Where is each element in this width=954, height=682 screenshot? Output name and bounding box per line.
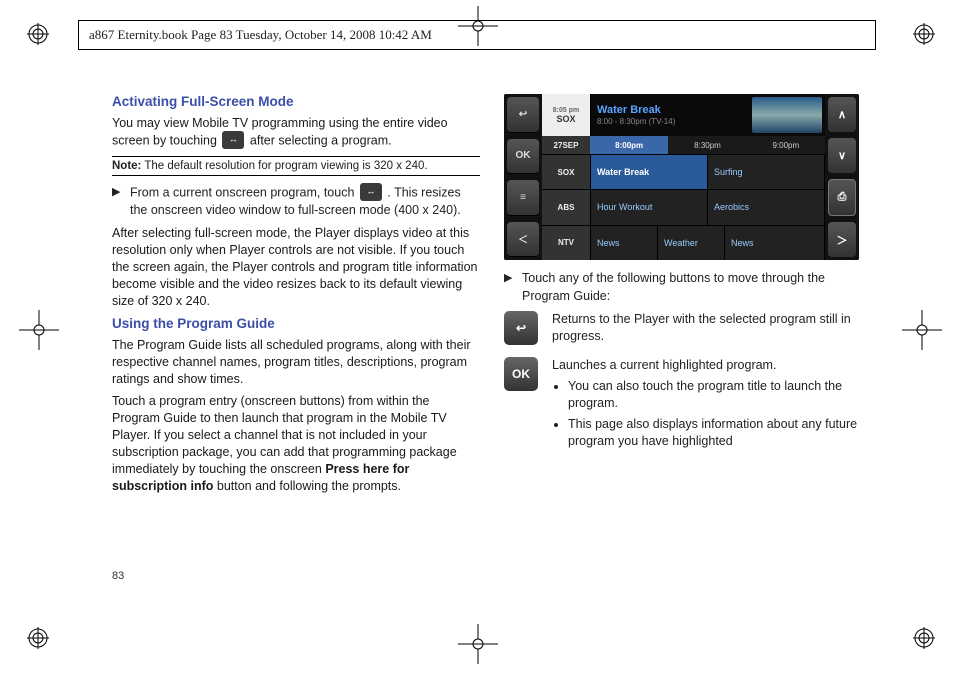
pg-up-button[interactable]: ∧ bbox=[828, 97, 856, 132]
page-frame-header: a867 Eternity.book Page 83 Tuesday, Octo… bbox=[78, 20, 876, 50]
pg-thumbnail bbox=[752, 97, 822, 133]
pg-featured-channel: 8:05 pm SOX bbox=[542, 94, 591, 136]
heading-activating-fullscreen: Activating Full-Screen Mode bbox=[112, 94, 480, 109]
fullscreen-icon: ↔ bbox=[360, 183, 382, 201]
registration-mark bbox=[26, 626, 50, 650]
ok-icon: OK bbox=[504, 357, 538, 391]
pg-time-cell[interactable]: 9:00pm bbox=[747, 136, 825, 154]
pg-down-button[interactable]: ∨ bbox=[828, 138, 856, 173]
pg-grid: 8:05 pm SOX Water Break 8:00 - 8:30pm (T… bbox=[542, 94, 825, 260]
pg-channel-cell[interactable]: NTV bbox=[542, 226, 591, 260]
pg-right-arrow[interactable]: ＞ bbox=[828, 222, 856, 257]
pg-program-cell[interactable]: News bbox=[725, 226, 825, 260]
page-number: 83 bbox=[112, 570, 124, 582]
ok-bullet: You can also touch the program title to … bbox=[568, 378, 872, 412]
para-intro: You may view Mobile TV programming using… bbox=[112, 115, 480, 150]
registration-mark bbox=[912, 22, 936, 46]
back-desc: Returns to the Player with the selected … bbox=[552, 311, 872, 345]
para-fullscreen-behavior: After selecting full-screen mode, the Pl… bbox=[112, 225, 480, 309]
pg-right-rail: ∧ ∨ ⎙ ＞ bbox=[825, 94, 859, 260]
pg-program-cell[interactable]: Aerobics bbox=[708, 190, 825, 224]
right-column: ↩ OK ≡ ＜ 8:05 pm SOX Water Break 8:00 - … bbox=[504, 94, 872, 501]
pg-time-cell[interactable]: 8:00pm bbox=[590, 136, 668, 154]
pg-time-cell[interactable]: 8:30pm bbox=[668, 136, 746, 154]
heading-program-guide: Using the Program Guide bbox=[112, 316, 480, 331]
pg-row: NTV News Weather News bbox=[542, 225, 825, 260]
para-guide-desc: The Program Guide lists all scheduled pr… bbox=[112, 337, 480, 388]
pg-row: ABS Hour Workout Aerobics bbox=[542, 189, 825, 224]
pg-featured-info[interactable]: Water Break 8:00 - 8:30pm (TV-14) bbox=[591, 94, 749, 136]
left-column: Activating Full-Screen Mode You may view… bbox=[112, 94, 480, 501]
pg-program-cell[interactable]: News bbox=[591, 226, 658, 260]
crop-cross bbox=[902, 310, 942, 350]
para-guide-subscribe: Touch a program entry (onscreen buttons)… bbox=[112, 393, 480, 494]
registration-mark bbox=[26, 22, 50, 46]
step-marker: ▶ bbox=[504, 270, 516, 305]
step-fullscreen: ▶ From a current onscreen program, touch… bbox=[112, 184, 480, 220]
pg-program-cell[interactable]: Weather bbox=[658, 226, 725, 260]
pg-back-button[interactable]: ↩ bbox=[507, 97, 539, 133]
fullscreen-icon: ↔ bbox=[222, 131, 244, 149]
program-guide-screenshot: ↩ OK ≡ ＜ 8:05 pm SOX Water Break 8:00 - … bbox=[504, 94, 859, 260]
ok-bullet: This page also displays information abou… bbox=[568, 416, 872, 450]
content-area: Activating Full-Screen Mode You may view… bbox=[112, 94, 872, 501]
step-guide-buttons: ▶ Touch any of the following buttons to … bbox=[504, 270, 872, 305]
back-icon: ↩ bbox=[504, 311, 538, 345]
ok-desc: Launches a current highlighted program. … bbox=[552, 357, 872, 453]
note-block: Note: The default resolution for program… bbox=[112, 156, 480, 176]
pg-channel-cell[interactable]: ABS bbox=[542, 190, 591, 224]
pg-date-cell: 27SEP bbox=[542, 136, 590, 154]
pg-channel-cell[interactable]: SOX bbox=[542, 155, 591, 189]
registration-mark bbox=[912, 626, 936, 650]
pg-fullscreen-button[interactable]: ⎙ bbox=[828, 179, 856, 216]
pg-featured: 8:05 pm SOX Water Break 8:00 - 8:30pm (T… bbox=[542, 94, 825, 136]
frame-header-text: a867 Eternity.book Page 83 Tuesday, Octo… bbox=[89, 27, 432, 43]
pg-program-cell[interactable]: Hour Workout bbox=[591, 190, 708, 224]
step-marker: ▶ bbox=[112, 184, 124, 220]
pg-ok-button[interactable]: OK bbox=[507, 139, 539, 175]
pg-left-arrow[interactable]: ＜ bbox=[507, 222, 539, 258]
pg-program-cell[interactable]: Water Break bbox=[591, 155, 708, 189]
pg-program-cell[interactable]: Surfing bbox=[708, 155, 825, 189]
pg-row: SOX Water Break Surfing bbox=[542, 154, 825, 189]
pg-menu-button[interactable]: ≡ bbox=[507, 180, 539, 216]
icon-desc-back: ↩ Returns to the Player with the selecte… bbox=[504, 311, 872, 345]
icon-desc-ok: OK Launches a current highlighted progra… bbox=[504, 357, 872, 453]
crop-cross bbox=[19, 310, 59, 350]
pg-time-row: 27SEP 8:00pm 8:30pm 9:00pm bbox=[542, 136, 825, 154]
crop-cross bbox=[458, 624, 498, 664]
pg-left-rail: ↩ OK ≡ ＜ bbox=[504, 94, 542, 260]
